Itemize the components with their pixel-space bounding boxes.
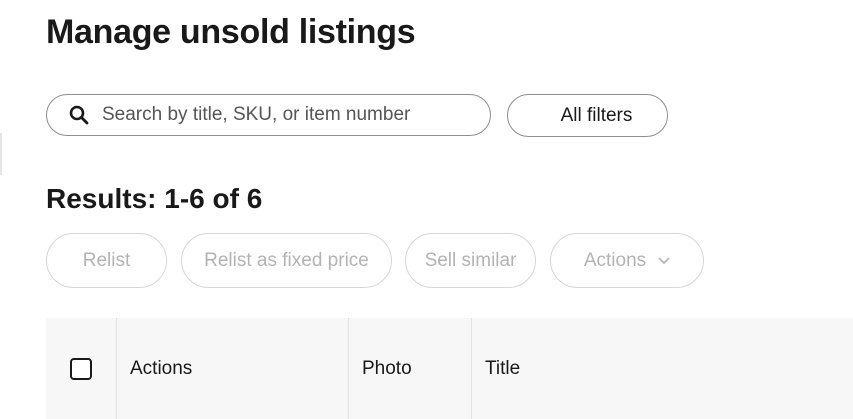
search-input[interactable] bbox=[102, 104, 462, 126]
actions-dropdown-button[interactable]: Actions bbox=[550, 233, 704, 288]
column-header-title[interactable]: Title bbox=[471, 318, 853, 419]
manage-unsold-listings-page: Manage unsold listings All filters Resul… bbox=[0, 0, 853, 419]
sell-similar-button[interactable]: Sell similar bbox=[405, 233, 536, 288]
results-count-heading: Results: 1-6 of 6 bbox=[46, 183, 263, 214]
actions-dropdown-label: Actions bbox=[583, 249, 647, 271]
table-header: Actions Photo Title bbox=[46, 318, 853, 419]
column-header-actions[interactable]: Actions bbox=[116, 318, 348, 419]
column-header-photo[interactable]: Photo bbox=[348, 318, 471, 419]
page-title: Manage unsold listings bbox=[46, 13, 416, 51]
select-all-header-cell bbox=[46, 318, 116, 419]
chevron-down-icon bbox=[658, 257, 670, 265]
search-icon bbox=[68, 104, 90, 126]
relist-as-fixed-price-button[interactable]: Relist as fixed price bbox=[181, 233, 392, 288]
search-box[interactable] bbox=[46, 94, 491, 136]
all-filters-button[interactable]: All filters bbox=[507, 94, 668, 137]
select-all-checkbox[interactable] bbox=[70, 357, 92, 380]
relist-button[interactable]: Relist bbox=[46, 233, 167, 288]
left-edge-divider bbox=[0, 133, 2, 175]
